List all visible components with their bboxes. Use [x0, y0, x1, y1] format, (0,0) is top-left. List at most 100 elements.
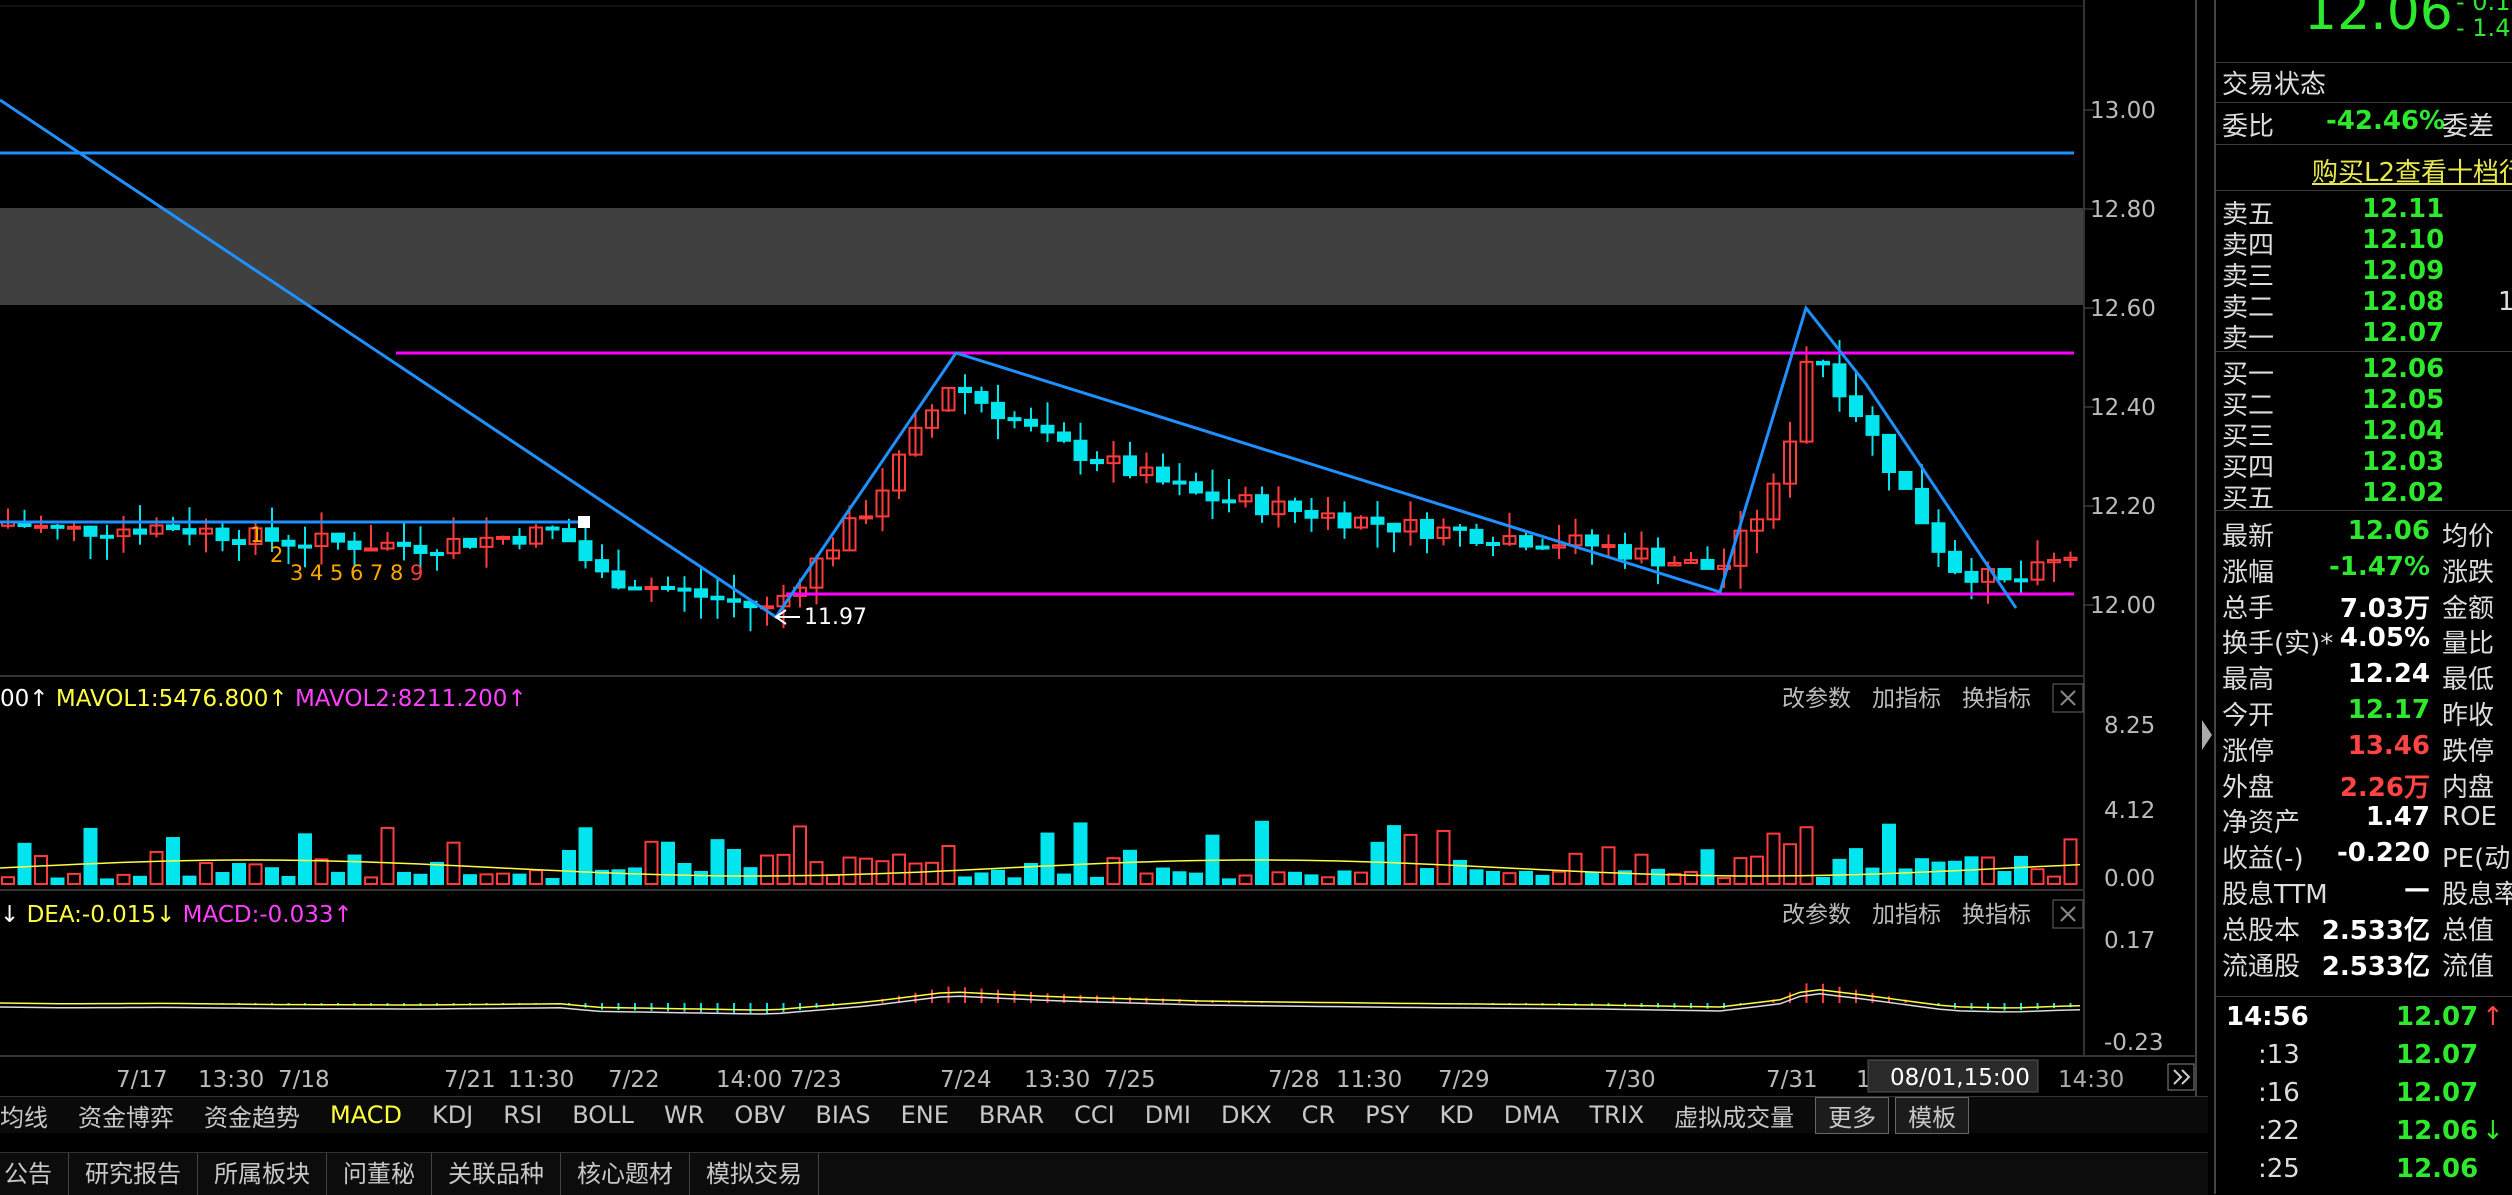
- indicator-tab[interactable]: RSI: [488, 1101, 557, 1129]
- candle-body: [1420, 518, 1434, 539]
- candle-body: [1816, 360, 1830, 366]
- bottom-tab[interactable]: 所属板块: [198, 1153, 327, 1195]
- divider: [2216, 351, 2512, 352]
- indicator-tab[interactable]: DMA: [1489, 1101, 1575, 1129]
- bid-price: 12.05: [2362, 385, 2445, 415]
- add-indicator-button[interactable]: 加指标: [1872, 686, 1941, 712]
- volume-bar: [1651, 868, 1665, 885]
- stat-label: 换手(实)*: [2222, 629, 2334, 660]
- macd-axis-label: -0.23: [2104, 1030, 2164, 1056]
- candle-body: [281, 539, 296, 547]
- macd-axis-label: 0.17: [2104, 928, 2155, 954]
- candle-body: [1832, 363, 1847, 398]
- stat-label: 最高: [2222, 665, 2275, 696]
- divider: [2216, 996, 2512, 997]
- bottom-tab[interactable]: 核心题材: [561, 1153, 690, 1195]
- stat-label-secondary: 昨收: [2442, 701, 2495, 731]
- volume-bar: [430, 861, 444, 886]
- bottom-tab[interactable]: 关联品种: [432, 1153, 561, 1195]
- tick-price: 12.06: [2396, 1116, 2479, 1146]
- edit-params-button[interactable]: 改参数: [1782, 902, 1851, 928]
- indicator-tab[interactable]: KDJ: [417, 1101, 488, 1129]
- volume-bar: [331, 871, 345, 885]
- stat-value: 1.47: [2365, 802, 2430, 833]
- panel-collapse-handle[interactable]: [2200, 700, 2214, 770]
- volume-bar: [545, 877, 560, 885]
- candle-body: [562, 528, 576, 543]
- indicator-tab[interactable]: 均线: [0, 1098, 63, 1133]
- candle-body: [1882, 433, 1896, 474]
- indicator-tab[interactable]: 虚拟成交量: [1659, 1098, 1809, 1133]
- buy-l2-link[interactable]: 购买L2查看十档行: [2312, 152, 2512, 189]
- time-axis-label: 7/17: [116, 1067, 168, 1093]
- volume-axis-label: 8.25: [2104, 713, 2155, 739]
- candle-body: [1387, 522, 1401, 533]
- volume-bar: [1865, 867, 1880, 885]
- indicator-tab[interactable]: ENE: [886, 1101, 964, 1129]
- ask-price: 12.09: [2362, 256, 2445, 286]
- edit-params-button[interactable]: 改参数: [1782, 686, 1851, 712]
- candle-body: [1486, 542, 1500, 547]
- indicator-tab[interactable]: CR: [1287, 1101, 1350, 1129]
- candle-body: [182, 528, 197, 535]
- stat-value: 2.533亿: [2321, 951, 2430, 982]
- stock-chart[interactable]: 13.00 12.80 12.60 12.40 12.20 12.00 8.25 4.12 0.…: [0, 0, 2208, 1096]
- volume-bar: [1057, 873, 1071, 885]
- price-axis-label: 12.20: [2090, 494, 2156, 520]
- volume-bar: [1288, 871, 1302, 886]
- tick-price: 12.07: [2396, 1002, 2479, 1032]
- indicator-tab[interactable]: OBV: [719, 1101, 800, 1129]
- stat-value: 2.26万: [2339, 772, 2430, 803]
- switch-indicator-button[interactable]: 换指标: [1962, 686, 2031, 712]
- candle-body: [1222, 499, 1236, 504]
- indicator-tab[interactable]: CCI: [1059, 1101, 1130, 1129]
- volume-bar: [1172, 871, 1187, 885]
- indicator-tab[interactable]: PSY: [1350, 1101, 1424, 1129]
- candle-body: [1964, 570, 1979, 583]
- volume-bar: [1469, 869, 1484, 886]
- indicator-tab[interactable]: BIAS: [800, 1101, 885, 1129]
- time-axis-label: 7/21: [444, 1067, 496, 1093]
- time-axis-label: 7/28: [1268, 1067, 1320, 1093]
- indicator-tab[interactable]: WR: [649, 1101, 719, 1129]
- bottom-tab[interactable]: 公告: [0, 1153, 69, 1195]
- candle-body: [1469, 528, 1484, 545]
- volume-bar: [17, 842, 32, 886]
- time-axis-label: 11:30: [1336, 1067, 1402, 1093]
- support-line-handle[interactable]: [578, 516, 590, 528]
- bid-price: 12.06: [2362, 354, 2445, 384]
- volume-bar: [265, 867, 279, 885]
- stat-label-secondary: 内盘: [2442, 772, 2495, 803]
- indicator-tab[interactable]: BRAR: [964, 1101, 1059, 1129]
- bottom-tab[interactable]: 模拟交易: [690, 1153, 819, 1195]
- switch-indicator-button[interactable]: 换指标: [1962, 902, 2031, 928]
- stat-label-secondary: 跌停: [2442, 736, 2495, 767]
- ask-volume: 1: [2498, 287, 2512, 317]
- volume-bar: [232, 863, 246, 886]
- candle-body: [232, 539, 246, 546]
- bottom-tab[interactable]: 问董秘: [327, 1153, 432, 1195]
- indicator-tab[interactable]: TRIX: [1574, 1101, 1659, 1129]
- volume-bar: [710, 839, 725, 886]
- stat-label-secondary: 均价: [2442, 522, 2495, 552]
- bottom-tab[interactable]: 研究报告: [69, 1153, 198, 1195]
- bid-price: 12.02: [2362, 478, 2445, 508]
- indicator-tab[interactable]: 资金博弈: [63, 1098, 189, 1133]
- candle-body: [1585, 534, 1599, 547]
- indicator-tab[interactable]: MACD: [315, 1101, 417, 1129]
- indicator-tab[interactable]: DMI: [1130, 1101, 1206, 1129]
- time-axis-label: 7/25: [1104, 1067, 1156, 1093]
- candle-body: [100, 534, 114, 539]
- chart-background: [0, 0, 2208, 1096]
- indicator-tab[interactable]: KD: [1424, 1101, 1488, 1129]
- indicator-tab[interactable]: BOLL: [557, 1101, 649, 1129]
- indicator-tab[interactable]: 资金趋势: [189, 1098, 315, 1133]
- ask-price: 12.08: [2362, 287, 2445, 317]
- volume-bar: [677, 862, 692, 886]
- stat-label: 涨幅: [2222, 557, 2275, 588]
- td-count-label: 9: [410, 561, 423, 585]
- template-button[interactable]: 模板: [1895, 1096, 1970, 1134]
- more-button[interactable]: 更多: [1815, 1096, 1890, 1134]
- add-indicator-button[interactable]: 加指标: [1872, 902, 1941, 928]
- indicator-tab[interactable]: DKX: [1206, 1101, 1287, 1129]
